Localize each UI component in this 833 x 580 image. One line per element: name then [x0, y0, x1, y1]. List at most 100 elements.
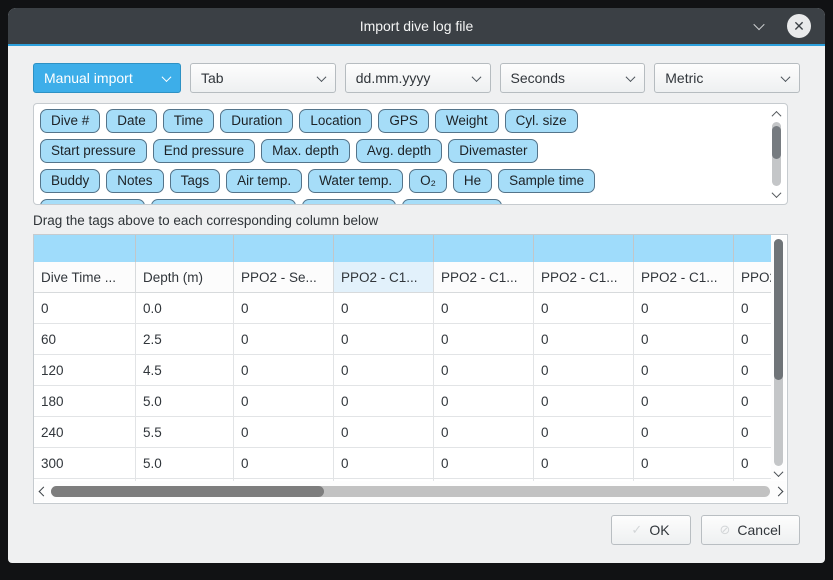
table-cell: 0	[34, 293, 136, 323]
import-options-row: Manual import Tab dd.mm.yyyy Seconds Met…	[33, 63, 800, 93]
ok-button[interactable]: ✓ OK	[611, 515, 691, 545]
tag-chip[interactable]: Notes	[106, 169, 163, 193]
column-header: PPO2 - C1...	[734, 262, 771, 292]
date-format-select[interactable]: dd.mm.yyyy	[345, 63, 491, 93]
tag-chip[interactable]: Dive #	[40, 109, 100, 133]
tag-chip[interactable]: GPS	[378, 109, 429, 133]
table-hscroll-thumb[interactable]	[51, 486, 324, 497]
tag-chip[interactable]: Max. depth	[261, 139, 350, 163]
tag-chip[interactable]: Sample pO₂	[302, 199, 397, 205]
tag-chip[interactable]: Weight	[435, 109, 499, 133]
cancel-icon: ⊘	[720, 522, 731, 538]
import-mode-select[interactable]: Manual import	[33, 63, 181, 93]
column-drop-target[interactable]	[136, 235, 234, 262]
close-button[interactable]: ✕	[787, 14, 811, 38]
shade-button[interactable]	[749, 16, 769, 36]
scroll-up-arrow-icon[interactable]	[773, 108, 780, 120]
tags-scroll-track[interactable]	[772, 122, 781, 186]
tag-chip[interactable]: End pressure	[153, 139, 255, 163]
scroll-down-arrow-icon[interactable]	[773, 188, 780, 200]
tag-chip[interactable]: Sample temperature	[151, 199, 295, 205]
tag-chip[interactable]: Sample CNS	[402, 199, 502, 205]
column-header: PPO2 - C1...	[634, 262, 734, 292]
tag-chip[interactable]: Duration	[220, 109, 293, 133]
table-cell: 5.0	[136, 448, 234, 478]
table-cell: 0	[634, 293, 734, 323]
screen: { "window": { "title": "Import dive log …	[0, 0, 833, 580]
tag-chip[interactable]: Start pressure	[40, 139, 147, 163]
table-cell: 0	[234, 324, 334, 354]
tag-row: BuddyNotes TagsAir temp.Water temp.O₂HeSa…	[40, 169, 763, 193]
dialog-buttons: ✓ OK ⊘ Cancel	[33, 515, 800, 545]
table-cell: 0	[534, 293, 634, 323]
preview-table: Dive Time ...Depth (m)PPO2 - Se...PPO2 -…	[33, 234, 788, 504]
table-row: 3005.0000000	[34, 448, 771, 479]
scroll-down-arrow-icon[interactable]	[775, 467, 782, 480]
table-cell: 0	[334, 324, 434, 354]
scroll-left-arrow-icon[interactable]	[35, 488, 51, 495]
table-cell: 0	[734, 417, 771, 447]
tag-chip[interactable]: Date	[106, 109, 157, 133]
column-drop-target[interactable]	[534, 235, 634, 262]
table-cell: 0	[734, 386, 771, 416]
tag-chip[interactable]: Sample time	[498, 169, 595, 193]
field-separator-select[interactable]: Tab	[190, 63, 336, 93]
dialog-content: Manual import Tab dd.mm.yyyy Seconds Met…	[8, 46, 825, 563]
cancel-button[interactable]: ⊘ Cancel	[701, 515, 801, 545]
tag-chip[interactable]: Air temp.	[226, 169, 302, 193]
table-row: 00.0000000	[34, 293, 771, 324]
column-drop-target[interactable]	[234, 235, 334, 262]
table-cell: 0	[734, 448, 771, 478]
table-cell: 5.5	[136, 417, 234, 447]
column-drop-target[interactable]	[334, 235, 434, 262]
table-cell: 0	[634, 448, 734, 478]
drag-instruction-label: Drag the tags above to each correspondin…	[33, 213, 800, 228]
units-value: Metric	[665, 70, 774, 86]
tags-scroll-thumb[interactable]	[772, 126, 781, 159]
table-horizontal-scrollbar[interactable]	[35, 481, 786, 502]
duration-format-select[interactable]: Seconds	[500, 63, 646, 93]
tags-vertical-scrollbar[interactable]	[769, 108, 783, 200]
tag-chip[interactable]: Time	[163, 109, 215, 133]
table-vscroll-thumb[interactable]	[774, 239, 783, 380]
tag-chip[interactable]: Cyl. size	[505, 109, 578, 133]
column-header: PPO2 - C1...	[334, 262, 434, 292]
table-cell: 240	[34, 417, 136, 447]
tag-rows: Dive #DateTimeDurationLocationGPSWeightC…	[40, 109, 763, 205]
table-cell: 0	[334, 417, 434, 447]
table-cell: 60	[34, 324, 136, 354]
tag-chip[interactable]: Divemaster	[448, 139, 538, 163]
table-hscroll-track[interactable]	[51, 486, 770, 497]
column-header: PPO2 - Se...	[234, 262, 334, 292]
table-vertical-scrollbar[interactable]	[771, 236, 786, 480]
column-drop-target[interactable]	[734, 235, 771, 262]
tag-chip[interactable]: Sample depth	[40, 199, 145, 205]
table-vscroll-track[interactable]	[774, 239, 783, 466]
tag-row: Sample depth Sample temperature Sample pO₂…	[40, 199, 763, 205]
drop-row	[34, 235, 771, 262]
column-drop-target[interactable]	[34, 235, 136, 262]
tag-chip[interactable]: Buddy	[40, 169, 100, 193]
cancel-button-label: Cancel	[737, 522, 781, 538]
table-cell: 0	[434, 355, 534, 385]
tag-chip[interactable]: Water temp.	[308, 169, 403, 193]
table-grid: Dive Time ...Depth (m)PPO2 - Se...PPO2 -…	[34, 235, 771, 481]
table-cell: 0	[434, 293, 534, 323]
tag-chip[interactable]: Avg. depth	[356, 139, 442, 163]
tag-chip[interactable]: Tags	[170, 169, 221, 193]
tag-chip[interactable]: O₂	[409, 169, 447, 193]
tag-chip[interactable]: Location	[299, 109, 372, 133]
column-drop-target[interactable]	[434, 235, 534, 262]
table-cell: 0	[634, 355, 734, 385]
scroll-right-arrow-icon[interactable]	[770, 488, 786, 495]
table-cell: 0	[234, 448, 334, 478]
table-row: 1204.5000000	[34, 355, 771, 386]
table-cell: 0	[734, 355, 771, 385]
table-cell: 0	[234, 386, 334, 416]
column-header: Dive Time ...	[34, 262, 136, 292]
tag-chip[interactable]: He	[453, 169, 492, 193]
chevron-down-icon	[626, 72, 636, 82]
column-drop-target[interactable]	[634, 235, 734, 262]
table-cell: 0	[634, 417, 734, 447]
units-select[interactable]: Metric	[654, 63, 800, 93]
